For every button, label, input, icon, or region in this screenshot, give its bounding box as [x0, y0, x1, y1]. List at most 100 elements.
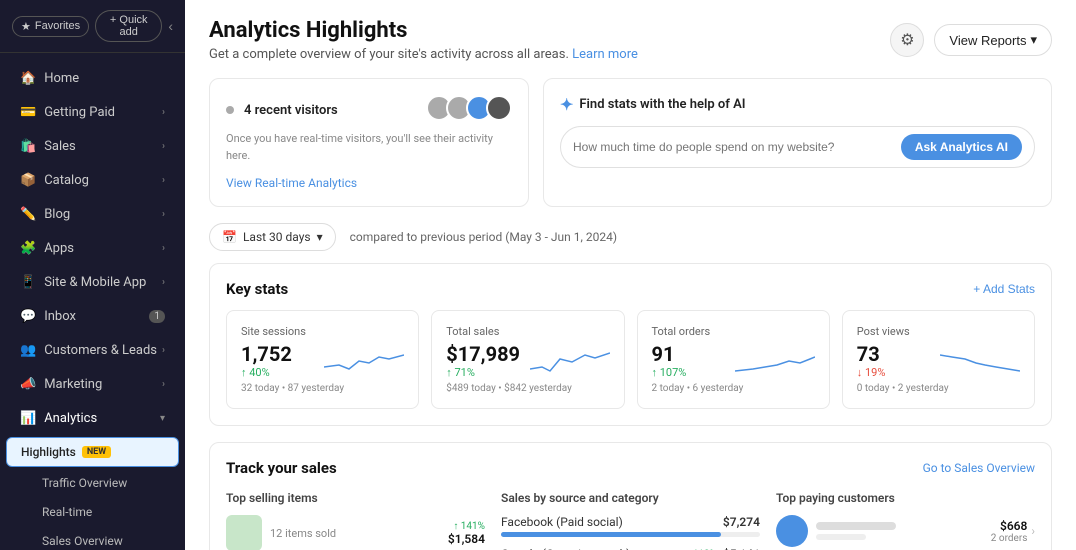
- source-item: Facebook (Paid social) $7,274: [501, 515, 760, 537]
- visitors-title: 4 recent visitors: [244, 103, 338, 118]
- main-content: Analytics Highlights Get a complete over…: [185, 0, 1076, 550]
- stat-value: 91: [652, 342, 687, 366]
- inbox-badge: 1: [149, 310, 165, 323]
- sidebar-item-sales[interactable]: 🛍️ Sales ›: [6, 130, 179, 163]
- header-text: Analytics Highlights Get a complete over…: [209, 18, 638, 62]
- stat-card-sales: Total sales $17,989 ↑ 71% $489 today • $…: [431, 310, 624, 409]
- settings-button[interactable]: ⚙: [890, 23, 924, 57]
- chevron-right-icon: ›: [162, 379, 165, 390]
- avatar-group: [426, 95, 512, 121]
- sparkline-chart: [324, 347, 404, 375]
- sparkline-chart: [940, 347, 1020, 375]
- customer-detail-placeholder: [816, 534, 866, 540]
- ai-card-header: ✦ Find stats with the help of AI: [560, 95, 1035, 114]
- catalog-icon: 📦: [20, 173, 36, 188]
- sidebar-item-apps[interactable]: 🧩 Apps ›: [6, 232, 179, 265]
- stat-label: Site sessions: [241, 325, 404, 338]
- page-title: Analytics Highlights: [209, 18, 638, 43]
- sidebar-top-bar: ★ Favorites + Quick add ‹: [0, 0, 185, 53]
- sidebar-item-analytics[interactable]: 📊 Analytics ▾: [6, 402, 179, 435]
- chevron-right-icon: ›: [162, 209, 165, 220]
- date-picker[interactable]: 📅 Last 30 days ▾: [209, 223, 336, 251]
- stat-sub: $489 today • $842 yesterday: [446, 383, 609, 394]
- sources-title: Sales by source and category: [501, 491, 760, 505]
- star-icon: ★: [21, 20, 31, 33]
- view-reports-button[interactable]: View Reports ▾: [934, 24, 1052, 56]
- sidebar-item-site-mobile[interactable]: 📱 Site & Mobile App ›: [6, 266, 179, 299]
- visitors-card: 4 recent visitors Once you have real-tim…: [209, 78, 529, 207]
- customers-title: Top paying customers: [776, 491, 1035, 505]
- top-customers-col: Top paying customers $668 2 orders ›: [776, 491, 1035, 550]
- date-filter-row: 📅 Last 30 days ▾ compared to previous pe…: [185, 223, 1076, 263]
- ai-input-wrapper: Ask Analytics AI: [560, 126, 1035, 168]
- stats-grid: Site sessions 1,752 ↑ 40% 32 today • 87 …: [226, 310, 1035, 409]
- sparkle-icon: ✦: [560, 95, 573, 114]
- chevron-down-icon: ▾: [317, 230, 323, 244]
- source-bar: [501, 532, 721, 537]
- highlights-active-item[interactable]: Highlights NEW: [6, 437, 179, 467]
- chevron-down-icon: ▾: [1030, 32, 1037, 48]
- stat-change: ↑ 71%: [446, 366, 520, 379]
- sidebar-item-blog[interactable]: ✏️ Blog ›: [6, 198, 179, 231]
- top-selling-items-col: Top selling items 12 items sold ↑ 141% $…: [226, 491, 485, 550]
- ai-search-input[interactable]: [573, 140, 893, 154]
- new-badge: NEW: [82, 446, 111, 458]
- track-sales-title: Track your sales: [226, 459, 337, 477]
- sidebar-collapse-button[interactable]: ‹: [168, 18, 173, 34]
- learn-more-link[interactable]: Learn more: [572, 47, 638, 62]
- gear-icon: ⚙: [900, 30, 914, 50]
- sidebar-item-getting-paid[interactable]: 💳 Getting Paid ›: [6, 96, 179, 129]
- item-change: ↑ 141%: [448, 521, 485, 532]
- stat-change: ↓ 19%: [857, 366, 886, 379]
- sidebar-item-real-time[interactable]: Real-time: [6, 498, 179, 526]
- getting-paid-icon: 💳: [20, 105, 36, 120]
- customer-item: $668 2 orders ›: [776, 515, 1035, 547]
- sidebar-item-catalog[interactable]: 📦 Catalog ›: [6, 164, 179, 197]
- blog-icon: ✏️: [20, 207, 36, 222]
- chevron-right-icon: ›: [1031, 524, 1035, 538]
- item-thumbnail: [226, 515, 262, 550]
- sidebar-item-sales-overview[interactable]: Sales Overview: [6, 527, 179, 550]
- calendar-icon: 📅: [222, 230, 237, 244]
- stat-card-sessions: Site sessions 1,752 ↑ 40% 32 today • 87 …: [226, 310, 419, 409]
- site-mobile-icon: 📱: [20, 275, 36, 290]
- avatar: [486, 95, 512, 121]
- sidebar-item-home[interactable]: 🏠 Home: [6, 62, 179, 95]
- visitors-dot: [226, 106, 234, 114]
- sales-by-source-col: Sales by source and category Facebook (P…: [501, 491, 760, 550]
- visitors-description: Once you have real-time visitors, you'll…: [226, 131, 512, 164]
- favorites-button[interactable]: ★ Favorites: [12, 16, 89, 37]
- top-cards-row: 4 recent visitors Once you have real-tim…: [185, 62, 1076, 223]
- chevron-right-icon: ›: [162, 345, 165, 356]
- stat-label: Total sales: [446, 325, 609, 338]
- favorites-label: Favorites: [35, 20, 80, 32]
- ask-ai-button[interactable]: Ask Analytics AI: [901, 134, 1022, 160]
- sidebar-item-marketing[interactable]: 📣 Marketing ›: [6, 368, 179, 401]
- quick-add-button[interactable]: + Quick add: [95, 10, 162, 42]
- home-icon: 🏠: [20, 71, 36, 86]
- stat-sub: 0 today • 2 yesterday: [857, 383, 1020, 394]
- view-realtime-link[interactable]: View Real-time Analytics: [226, 176, 512, 190]
- sidebar-item-traffic-overview[interactable]: Traffic Overview: [6, 469, 179, 497]
- chevron-right-icon: ›: [162, 141, 165, 152]
- stat-value: $17,989: [446, 342, 520, 366]
- add-stats-button[interactable]: + Add Stats: [973, 282, 1035, 296]
- sidebar-item-customers-leads[interactable]: 👥 Customers & Leads ›: [6, 334, 179, 367]
- chevron-right-icon: ›: [162, 277, 165, 288]
- ai-card: ✦ Find stats with the help of AI Ask Ana…: [543, 78, 1052, 207]
- sidebar-item-inbox[interactable]: 💬 Inbox 1: [6, 300, 179, 333]
- customer-orders: 2 orders: [991, 533, 1028, 544]
- top-item: 12 items sold ↑ 141% $1,584: [226, 515, 485, 550]
- chevron-right-icon: ›: [162, 107, 165, 118]
- stat-label: Total orders: [652, 325, 815, 338]
- date-comparison: compared to previous period (May 3 - Jun…: [350, 230, 617, 244]
- customer-avatar: [776, 515, 808, 547]
- quick-add-label: + Quick add: [104, 14, 153, 38]
- stat-value: 73: [857, 342, 886, 366]
- inbox-icon: 💬: [20, 309, 36, 324]
- go-to-sales-overview-link[interactable]: Go to Sales Overview: [923, 461, 1035, 475]
- sparkline-chart: [530, 347, 610, 375]
- top-items-title: Top selling items: [226, 491, 485, 505]
- stat-label: Post views: [857, 325, 1020, 338]
- chevron-right-icon: ›: [162, 243, 165, 254]
